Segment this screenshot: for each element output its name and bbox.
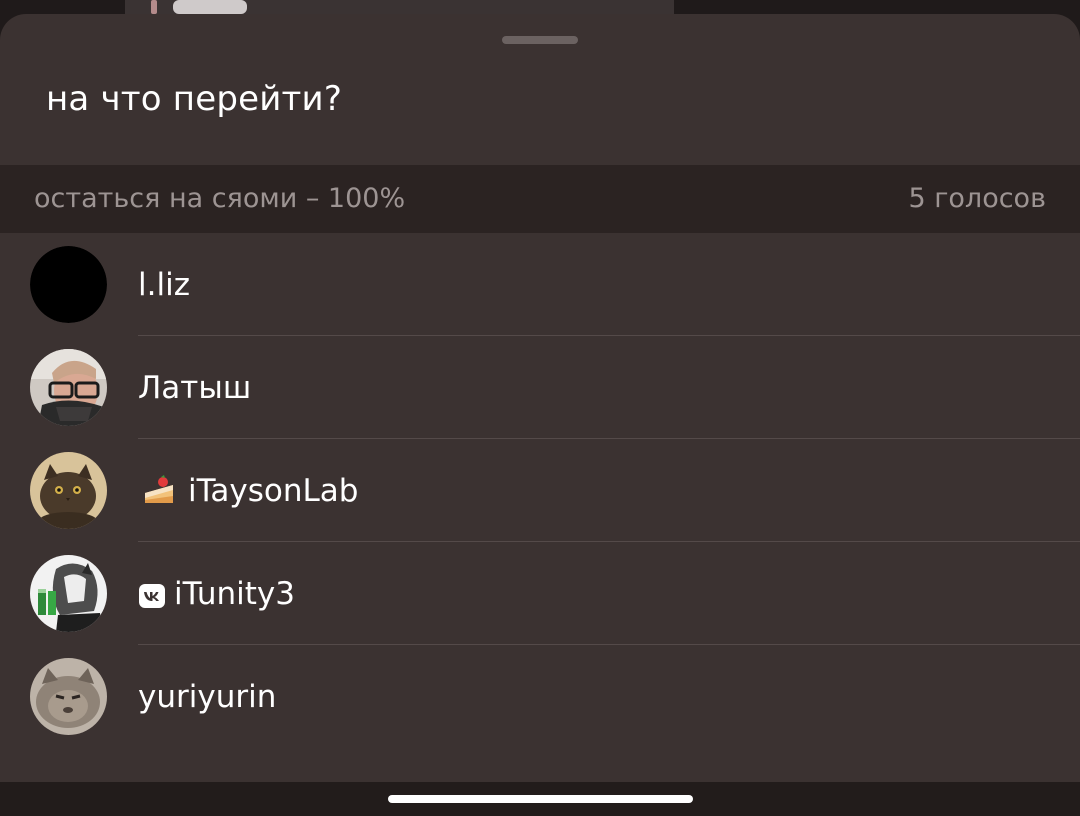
- voter-name: iTaysonLab: [188, 473, 359, 509]
- voter-list: l.liz Латыш iTaysonLab iTunity3 yuriyuri…: [0, 233, 1080, 748]
- avatar: [30, 658, 107, 735]
- home-indicator-area: [0, 782, 1080, 816]
- avatar: [30, 349, 107, 426]
- poll-option-result-label: остаться на сяоми – 100%: [34, 183, 406, 214]
- voter-name: yuriyurin: [138, 679, 277, 715]
- vk-icon: [139, 584, 165, 608]
- voter-row-yuriyurin[interactable]: yuriyurin: [0, 645, 1080, 748]
- background-card-thumbnail: [173, 0, 247, 14]
- sheet-grabber-handle[interactable]: [502, 36, 578, 44]
- poll-option-result-header: остаться на сяоми – 100% 5 голосов: [0, 165, 1080, 233]
- avatar: [30, 555, 107, 632]
- voter-name: Латыш: [138, 370, 252, 406]
- background-card-stripe: [151, 0, 157, 14]
- avatar: [30, 246, 107, 323]
- voter-row-itunity3[interactable]: iTunity3: [0, 542, 1080, 645]
- avatar: [30, 452, 107, 529]
- poll-question-title: на что перейти?: [46, 79, 343, 119]
- cake-icon: [141, 473, 177, 509]
- home-indicator[interactable]: [388, 795, 693, 803]
- voter-name: l.liz: [138, 267, 190, 303]
- voter-name: iTunity3: [174, 576, 295, 612]
- poll-voters-sheet: на что перейти? остаться на сяоми – 100%…: [0, 14, 1080, 816]
- voter-row-latysh[interactable]: Латыш: [0, 336, 1080, 439]
- poll-vote-count: 5 голосов: [908, 183, 1046, 214]
- voter-row-l-liz[interactable]: l.liz: [0, 233, 1080, 336]
- voter-row-itaysonlab[interactable]: iTaysonLab: [0, 439, 1080, 542]
